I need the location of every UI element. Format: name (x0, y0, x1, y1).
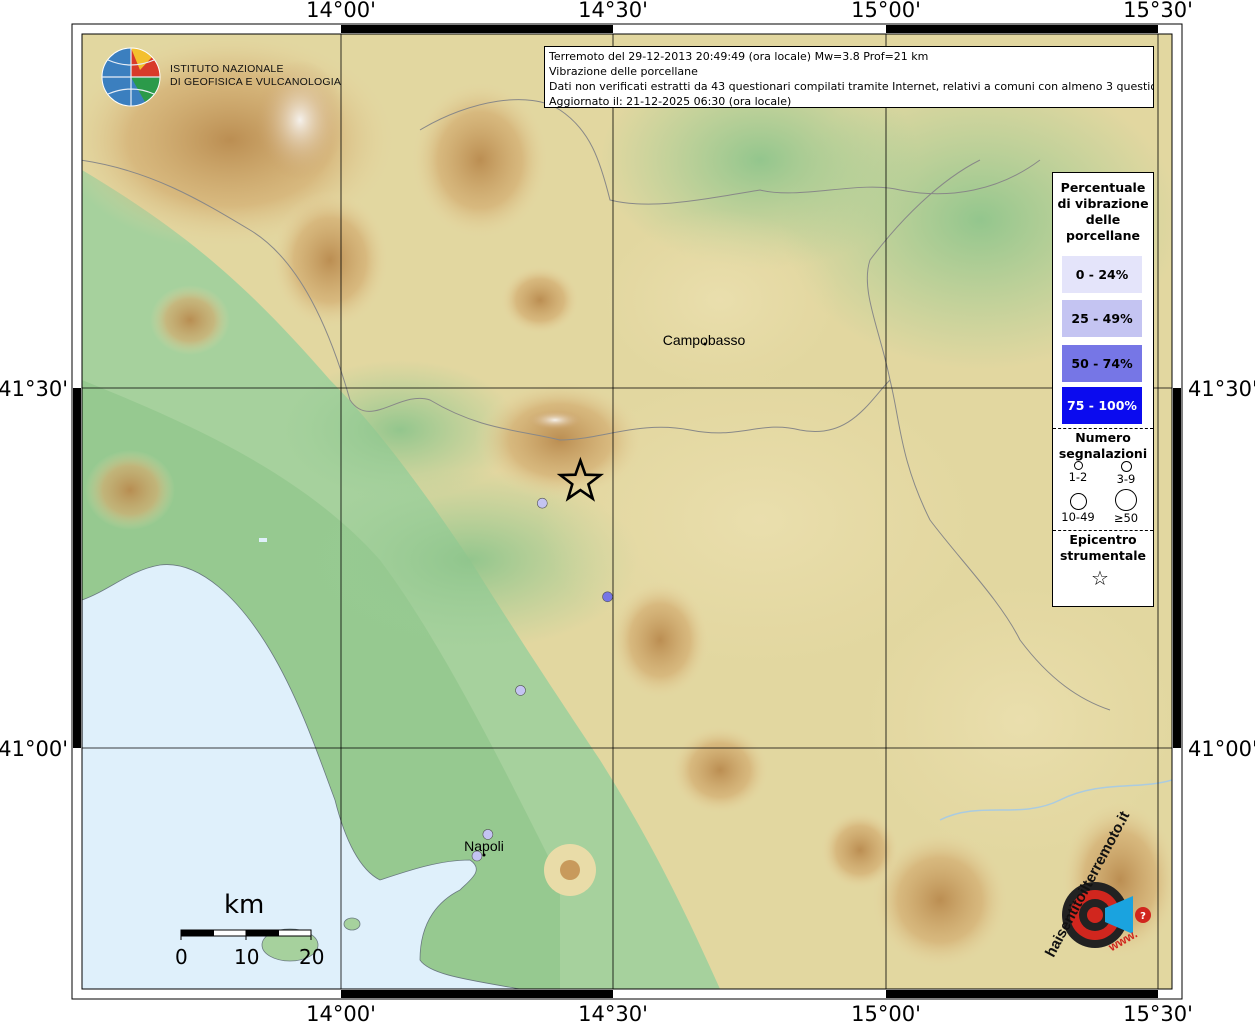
city-label-napoli: Napoli (464, 838, 504, 854)
legend-title-line-3: delle (1085, 212, 1121, 227)
ring-icon-medium (1120, 461, 1132, 472)
right-tick-1: 41°30' (1188, 377, 1255, 401)
event-info-line-4: Aggiornato il: 21-12-2025 06:30 (ora loc… (549, 95, 792, 108)
top-tick-4: 15°30' (1123, 0, 1193, 22)
observation-point (471, 850, 483, 862)
legend-count-label-10-49: 10-49 (1061, 510, 1095, 524)
terrain-layer (82, 34, 1172, 989)
legend-star-icon: ☆ (1091, 566, 1109, 590)
ring-icon-large (1069, 493, 1087, 510)
bottom-tick-4: 15°30' (1123, 1002, 1193, 1024)
legend-count-1-2: 1-2 (1055, 461, 1101, 484)
observation-point (482, 829, 494, 840)
legend-separator-2 (1053, 530, 1153, 531)
map-legend: Percentuale di vibrazione delle porcella… (1052, 172, 1154, 607)
ring-icon-small (1073, 461, 1083, 470)
bottom-tick-2: 14°30' (578, 1002, 648, 1024)
legend-title-line-4: porcellane (1066, 228, 1140, 243)
legend-count-title: Numero segnalazioni (1053, 430, 1153, 462)
legend-count-title-line-2: segnalazioni (1058, 446, 1148, 461)
legend-count-label-50plus: ≥50 (1113, 511, 1139, 525)
legend-count-label-1-2: 1-2 (1068, 470, 1088, 484)
legend-class-75-100: 75 - 100% (1062, 387, 1142, 424)
scale-tick-10: 10 (234, 945, 260, 969)
observation-point (602, 591, 613, 603)
left-tick-2: 41°00' (0, 737, 68, 761)
event-info-line-2: Vibrazione delle porcellane (549, 65, 698, 78)
legend-separator (1053, 428, 1153, 429)
legend-title: Percentuale di vibrazione delle porcella… (1053, 180, 1153, 244)
scale-tick-20: 20 (299, 945, 325, 969)
legend-count-title-line-1: Numero (1075, 430, 1131, 445)
ingv-line-1: ISTITUTO NAZIONALE (170, 63, 284, 75)
top-tick-3: 15°00' (851, 0, 921, 22)
observation-point (515, 685, 526, 696)
left-tick-1: 41°30' (0, 377, 68, 401)
legend-class-0-24: 0 - 24% (1062, 256, 1142, 293)
legend-class-50-74: 50 - 74% (1062, 345, 1142, 382)
legend-epicenter-line-2: strumentale (1059, 548, 1147, 563)
bottom-tick-1: 14°00' (306, 1002, 376, 1024)
scale-tick-0: 0 (175, 945, 188, 969)
svg-text:?: ? (1140, 911, 1146, 922)
legend-count-3-9: 3-9 (1103, 461, 1149, 486)
legend-title-line-2: di vibrazione (1057, 196, 1149, 211)
event-info-line-1: Terremoto del 29-12-2013 20:49:49 (ora l… (549, 50, 929, 63)
scale-unit: km (224, 890, 265, 920)
city-label-campobasso: Campobasso (663, 332, 746, 348)
legend-epicenter-line-1: Epicentro (1069, 532, 1137, 547)
bottom-tick-3: 15°00' (851, 1002, 921, 1024)
legend-count-50plus: ≥50 (1103, 489, 1149, 525)
right-tick-2: 41°00' (1188, 737, 1255, 761)
legend-class-25-49: 25 - 49% (1062, 300, 1142, 337)
top-tick-2: 14°30' (578, 0, 648, 22)
event-info-line-3: Dati non verificati estratti da 43 quest… (549, 80, 1154, 93)
ingv-line-2: DI GEOFISICA E VULCANOLOGIA (170, 76, 342, 88)
ingv-logo-icon (101, 47, 161, 107)
observation-point (536, 497, 548, 509)
legend-count-label-3-9: 3-9 (1116, 472, 1136, 486)
legend-epicenter-title: Epicentro strumentale (1053, 532, 1153, 564)
top-tick-1: 14°00' (306, 0, 376, 22)
ring-icon-xlarge (1115, 489, 1137, 511)
event-info-box: Terremoto del 29-12-2013 20:49:49 (ora l… (544, 46, 1154, 108)
legend-count-10-49: 10-49 (1055, 493, 1101, 524)
legend-title-line-1: Percentuale (1060, 180, 1146, 195)
ingv-logo-text: ISTITUTO NAZIONALE DI GEOFISICA E VULCAN… (170, 63, 341, 89)
